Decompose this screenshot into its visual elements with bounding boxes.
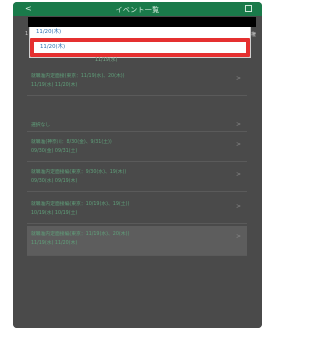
event-name: 就職准内定面接編(東京：10/19(水)、19(土)) <box>31 202 130 207</box>
list-item[interactable]: 就職准(神奈川：8/30(金)、9/31(土)) 09/30(金) 09/31(… <box>27 134 247 162</box>
event-name: 就職准内定面接編(東京：11/19(水)、20(木)) <box>31 232 130 237</box>
list-item[interactable]: 就職准内定面接編(東京：9/30(水)、19(木)) 09/30(水) 09/1… <box>27 164 247 192</box>
chevron-right-icon: > <box>235 203 241 210</box>
event-name: 選択なし <box>31 123 51 128</box>
dropdown-option-label: 11/20(木) <box>40 44 66 50</box>
event-dates: 09/30(水) 09/19(木) <box>31 179 78 184</box>
app-header: < イベント一覧 <box>13 2 262 16</box>
dropdown-option-highlighted[interactable]: 11/20(木) <box>30 38 250 57</box>
event-name: 就職准内定面接編(東京：9/30(水)、19(木)) <box>31 170 127 175</box>
list-item-selected[interactable]: 就職准内定面接編(東京：11/19(水)、20(木)) 11/19(水) 11/… <box>27 226 247 256</box>
list-item[interactable]: 就職准内定面接(東京：11/19(水)、20(木)) 11/19(水) 11/2… <box>27 68 247 96</box>
dropdown-option[interactable]: 11/20(木) <box>30 27 250 38</box>
chevron-right-icon: > <box>235 121 241 128</box>
chevron-right-icon: > <box>235 141 241 148</box>
faint-date-label: 11/19(水) <box>95 58 118 63</box>
tablet-frame: < イベント一覧 1 権 就職准内定面接(東京：11/19(水)、20(木)) … <box>13 2 262 328</box>
event-name: 就職准内定面接(東京：11/19(水)、20(木)) <box>31 74 125 79</box>
event-list-content: 1 権 就職准内定面接(東京：11/19(水)、20(木)) 11/19(水) … <box>13 16 262 328</box>
chevron-right-icon: > <box>235 75 241 82</box>
edge-label-left: 1 <box>25 31 29 37</box>
event-dates: 10/19(水) 10/19(土) <box>31 211 78 216</box>
page-title: イベント一覧 <box>115 6 160 14</box>
event-dates: 09/30(金) 09/31(土) <box>31 149 78 154</box>
event-dates: 11/19(水) 11/20(木) <box>31 241 78 246</box>
list-item[interactable]: 選択なし > <box>27 116 247 132</box>
list-item[interactable]: 就職准内定面接編(東京：10/19(水)、19(土)) 10/19(水) 10/… <box>27 196 247 224</box>
event-name: 就職准(神奈川：8/30(金)、9/31(土)) <box>31 140 112 145</box>
event-dates: 11/19(水) 11/20(木) <box>31 83 78 88</box>
chevron-right-icon: > <box>235 171 241 178</box>
chevron-right-icon: > <box>235 233 241 240</box>
menu-icon[interactable] <box>245 5 252 12</box>
edge-label-right: 権 <box>251 32 257 38</box>
redaction-bar <box>28 17 256 27</box>
date-dropdown[interactable]: 11/20(木) 11/20(木) <box>28 17 256 58</box>
